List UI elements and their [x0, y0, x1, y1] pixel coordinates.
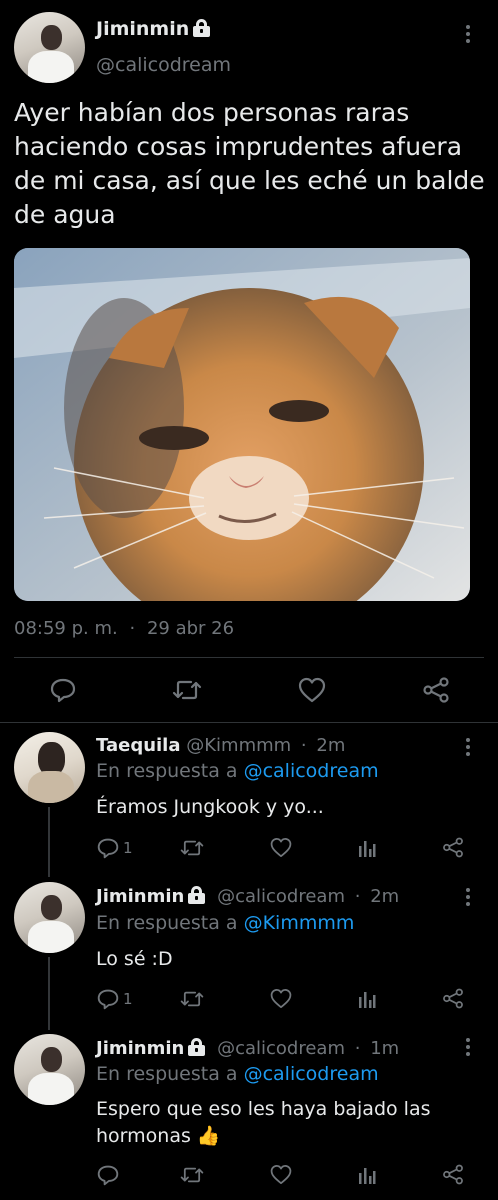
- reply-header: Jiminmin @calicodream · 2m: [96, 886, 399, 907]
- lock-icon: [193, 19, 211, 37]
- reply-text: Éramos Jungkook y yo...: [96, 796, 324, 818]
- thumbs-up-emoji: 👍: [196, 1125, 221, 1147]
- tweet-timestamp: 08:59 p. m. · 29 abr 26: [14, 618, 234, 639]
- avatar[interactable]: [14, 1034, 85, 1105]
- tweet-text: Ayer habían dos personas raras haciendo …: [14, 98, 485, 229]
- more-icon[interactable]: [465, 1038, 471, 1058]
- reply-context: En respuesta a @Kimmmm: [96, 912, 354, 934]
- avatar-shirt: [28, 771, 75, 803]
- author-display-name: Jiminmin: [96, 18, 190, 40]
- header-separator: ·: [300, 735, 307, 756]
- reply-context: En respuesta a @calicodream: [96, 760, 379, 782]
- reply-header: Taequila @Kimmmm · 2m: [96, 735, 345, 756]
- author-handle[interactable]: @calicodream: [96, 54, 231, 76]
- more-icon[interactable]: [465, 888, 471, 908]
- more-icon[interactable]: [465, 25, 471, 45]
- reply-context: En respuesta a @calicodream: [96, 1063, 379, 1085]
- reply-context-mention[interactable]: @calicodream: [244, 1063, 379, 1085]
- reply-text-line2: hormonas 👍: [96, 1124, 221, 1147]
- avatar-shirt: [28, 1073, 75, 1105]
- avatar[interactable]: [14, 12, 85, 83]
- more-icon[interactable]: [465, 738, 471, 758]
- retweet-icon[interactable]: [180, 1164, 204, 1186]
- reply-text-line1: Espero que eso les haya bajado las: [96, 1098, 431, 1120]
- retweet-icon[interactable]: [180, 988, 204, 1010]
- reply-time: 1m: [370, 1038, 400, 1059]
- reply-icon[interactable]: [97, 837, 119, 859]
- like-icon[interactable]: [270, 837, 292, 858]
- reply-icon[interactable]: [97, 988, 119, 1010]
- share-icon[interactable]: [442, 837, 464, 858]
- tweet-image[interactable]: [14, 248, 470, 601]
- divider: [0, 722, 498, 723]
- reply-icon[interactable]: [97, 1164, 119, 1186]
- cat-photo: [14, 248, 470, 601]
- lock-icon: [188, 886, 206, 904]
- thread-line: [48, 807, 50, 877]
- like-icon[interactable]: [298, 677, 326, 703]
- tweet-time: 08:59 p. m.: [14, 618, 118, 639]
- reply-context-mention[interactable]: @calicodream: [244, 760, 379, 782]
- reply-icon[interactable]: [50, 677, 76, 703]
- avatar[interactable]: [14, 882, 85, 953]
- reply-count: 1: [123, 990, 133, 1008]
- share-icon[interactable]: [422, 677, 450, 703]
- like-icon[interactable]: [270, 1164, 292, 1185]
- reply-context-mention[interactable]: @Kimmmm: [244, 912, 355, 934]
- reply-context-prefix: En respuesta a: [96, 1063, 238, 1085]
- like-icon[interactable]: [270, 988, 292, 1009]
- reply-context-prefix: En respuesta a: [96, 760, 238, 782]
- reply-author-handle[interactable]: @calicodream: [217, 886, 345, 907]
- header-separator: ·: [354, 1038, 361, 1059]
- retweet-icon[interactable]: [172, 677, 202, 703]
- reply-author-name[interactable]: Taequila: [96, 735, 181, 756]
- retweet-icon[interactable]: [180, 837, 204, 859]
- reply-author-handle[interactable]: @Kimmmm: [186, 735, 291, 756]
- reply-text-word: hormonas: [96, 1125, 191, 1147]
- share-icon[interactable]: [442, 988, 464, 1009]
- reply-header: Jiminmin @calicodream · 1m: [96, 1038, 399, 1059]
- timestamp-separator: ·: [129, 618, 136, 639]
- analytics-icon[interactable]: [358, 838, 376, 858]
- divider: [14, 657, 484, 658]
- reply-time: 2m: [370, 886, 400, 907]
- analytics-icon[interactable]: [358, 1165, 376, 1185]
- avatar[interactable]: [14, 732, 85, 803]
- avatar-head: [40, 894, 63, 921]
- reply-context-prefix: En respuesta a: [96, 912, 238, 934]
- avatar-shirt: [28, 51, 75, 83]
- author-name[interactable]: Jiminmin: [96, 18, 211, 40]
- reply-author-handle[interactable]: @calicodream: [217, 1038, 345, 1059]
- share-icon[interactable]: [442, 1164, 464, 1185]
- reply-time: 2m: [316, 735, 346, 756]
- reply-author-name[interactable]: Jiminmin: [96, 886, 184, 907]
- reply-text: Lo sé :D: [96, 948, 173, 970]
- header-separator: ·: [354, 886, 361, 907]
- avatar-head: [40, 1046, 63, 1073]
- avatar-head: [40, 24, 63, 51]
- analytics-icon[interactable]: [358, 989, 376, 1009]
- thread-line: [48, 957, 50, 1030]
- lock-icon: [188, 1038, 206, 1056]
- avatar-shirt: [28, 921, 75, 953]
- reply-count: 1: [123, 839, 133, 857]
- tweet-date: 29 abr 26: [146, 618, 235, 639]
- reply-author-name[interactable]: Jiminmin: [96, 1038, 184, 1059]
